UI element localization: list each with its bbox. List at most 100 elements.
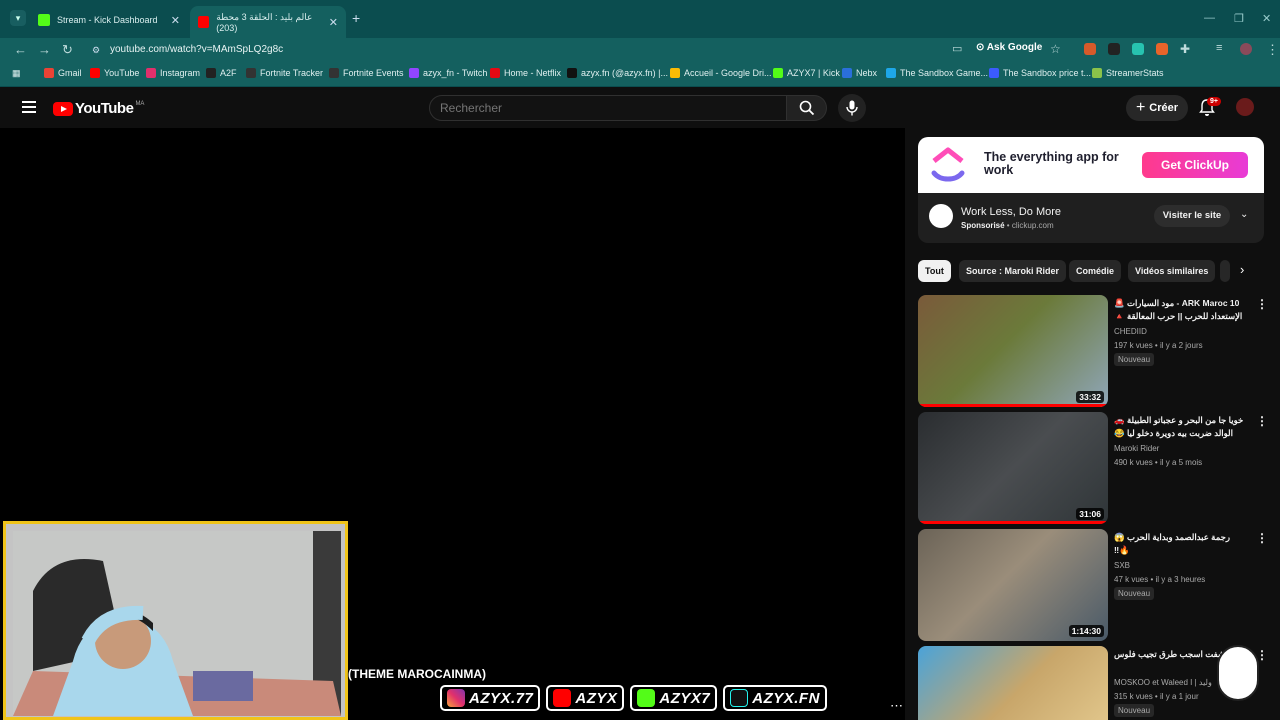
video-thumbnail[interactable]: 33:32: [918, 295, 1108, 407]
bookmark-label: Instagram: [160, 68, 201, 78]
advertiser-icon[interactable]: [929, 204, 953, 228]
channel-name[interactable]: Maroki Rider: [1114, 444, 1159, 453]
cast-icon[interactable]: ▭: [952, 42, 962, 55]
menu-icon[interactable]: [22, 101, 36, 113]
bookmark-label: Fortnite Tracker: [260, 68, 324, 78]
bookmark-label: Fortnite Events: [343, 68, 404, 78]
forward-icon[interactable]: →: [38, 42, 51, 57]
lens-icon: ⊙: [976, 42, 987, 53]
get-clickup-button[interactable]: Get ClickUp: [1142, 152, 1248, 178]
bookmark-netflix[interactable]: Home - Netflix: [490, 68, 561, 78]
chip-comedy[interactable]: Comédie: [1069, 260, 1122, 282]
profile-avatar[interactable]: [1240, 43, 1252, 55]
video-title[interactable]: رجمة عبدالصمد وبداية الحرب 😱🔥‼: [1114, 531, 1244, 557]
tab-kick-dashboard[interactable]: Stream - Kick Dashboard ✕: [30, 8, 188, 32]
extension-icon[interactable]: [1084, 43, 1096, 55]
site-info-icon[interactable]: ⚙: [92, 41, 100, 59]
youtube-favicon-icon: [198, 16, 210, 28]
create-button[interactable]: + Créer: [1126, 95, 1188, 121]
visit-site-button[interactable]: Visiter le site: [1154, 205, 1230, 227]
extension-icon[interactable]: [1132, 43, 1144, 55]
bookmark-youtube[interactable]: YouTube: [90, 68, 139, 78]
bookmark-instagram[interactable]: Instagram: [146, 68, 200, 78]
recommendation-item[interactable]: 33:32 ARK Maroc 10 - مود السيارات 🚨 الإس…: [918, 295, 1268, 407]
recommendation-item[interactable]: 1:14:30 رجمة عبدالصمد وبداية الحرب 😱🔥‼ S…: [918, 529, 1268, 641]
bookmark-fortnite-tracker[interactable]: Fortnite Tracker: [246, 68, 323, 78]
account-avatar[interactable]: [1236, 98, 1254, 116]
extension-icon[interactable]: [1156, 43, 1168, 55]
bookmark-streamerstats[interactable]: StreamerStats: [1092, 68, 1164, 78]
address-bar[interactable]: ⚙ youtube.com/watch?v=MAmSpLQ2g8c: [88, 41, 968, 59]
bookmark-sandbox-price[interactable]: The Sandbox price t...: [989, 68, 1091, 78]
ad-card[interactable]: The everything app for work Get ClickUp …: [918, 137, 1264, 243]
window-close-icon[interactable]: ✕: [1262, 12, 1271, 25]
kick-icon: [773, 68, 783, 78]
more-actions-icon[interactable]: ⋮: [1256, 531, 1268, 545]
back-icon[interactable]: ←: [14, 42, 27, 57]
minimize-icon[interactable]: —: [1204, 12, 1215, 24]
bookmark-twitch[interactable]: azyx_fn - Twitch: [409, 68, 487, 78]
bookmark-tiktok[interactable]: azyx.fn (@azyx.fn) |...: [567, 68, 668, 78]
bookmark-kick[interactable]: AZYX7 | Kick: [773, 68, 840, 78]
nebx-icon: [842, 68, 852, 78]
video-duration: 31:06: [1076, 508, 1104, 520]
new-tab-button[interactable]: +: [352, 10, 360, 26]
chip-source-maroki-rider[interactable]: Source : Maroki Rider: [959, 260, 1067, 282]
video-meta: 47 k vues • il y a 3 heures: [1114, 575, 1206, 584]
search-button[interactable]: [787, 95, 827, 121]
channel-name[interactable]: MOSKOO et Waleed I | وليد: [1114, 678, 1212, 687]
sandbox-icon: [886, 68, 896, 78]
apps-grid-icon[interactable]: ▦: [12, 68, 21, 79]
extension-icon[interactable]: [1108, 43, 1120, 55]
extensions-puzzle-icon[interactable]: ✚: [1180, 42, 1190, 56]
browser-menu-icon[interactable]: ⋮: [1266, 42, 1279, 58]
bookmark-star-icon[interactable]: ☆: [1050, 42, 1061, 56]
bookmark-a2f[interactable]: A2F: [206, 68, 237, 78]
search-input[interactable]: [430, 96, 786, 120]
chip-all[interactable]: Tout: [918, 260, 951, 282]
channel-name[interactable]: CHEDIID: [1114, 327, 1147, 336]
ad-banner[interactable]: The everything app for work Get ClickUp: [918, 137, 1264, 193]
video-title[interactable]: ARK Maroc 10 - مود السيارات 🚨 الإستعداد …: [1114, 297, 1244, 324]
voice-search-button[interactable]: [838, 94, 866, 122]
ad-domain: clickup.com: [1011, 221, 1054, 230]
bookmark-google-drive[interactable]: Accueil - Google Dri...: [670, 68, 772, 78]
tab-search-button[interactable]: ▾: [10, 10, 26, 26]
close-icon[interactable]: ✕: [329, 16, 338, 29]
ad-title[interactable]: Work Less, Do More: [961, 206, 1061, 218]
tab-youtube-video[interactable]: عالم بليد : الحلقة 3 محطة (203) ✕: [190, 6, 346, 38]
chevron-down-icon[interactable]: ⌄: [1240, 209, 1248, 220]
more-actions-icon[interactable]: ⋮: [1256, 297, 1268, 311]
close-icon[interactable]: ✕: [171, 14, 180, 27]
social-handle: AZYX7: [659, 689, 711, 707]
restore-icon[interactable]: ❐: [1234, 12, 1244, 25]
url-text: youtube.com/watch?v=MAmSpLQ2g8c: [110, 44, 284, 55]
youtube-logo[interactable]: YouTube MA: [53, 100, 144, 117]
bookmark-fortnite-events[interactable]: Fortnite Events: [329, 68, 404, 78]
chevron-right-icon[interactable]: ›: [1240, 262, 1244, 277]
social-handle: AZYX.FN: [752, 689, 820, 707]
recommendation-item[interactable]: !! اكتشفت اسجب طرق تجيب فلوس MOSKOO et W…: [918, 646, 1268, 720]
channel-name[interactable]: SXB: [1114, 561, 1130, 570]
more-options-icon[interactable]: ⋯: [890, 698, 903, 714]
bookmark-label: Gmail: [58, 68, 82, 78]
video-thumbnail[interactable]: [918, 646, 1108, 720]
bookmark-nebx[interactable]: Nebx: [842, 68, 877, 78]
reload-icon[interactable]: ↻: [62, 42, 73, 58]
tiktok-icon: [730, 689, 749, 707]
video-title[interactable]: خويا جا من البحر و عجباتو الطبيلة 🚗 الوا…: [1114, 414, 1244, 440]
media-control-icon[interactable]: ≡: [1216, 42, 1222, 54]
bookmark-sandbox-game[interactable]: The Sandbox Game...: [886, 68, 988, 78]
bookmark-label: StreamerStats: [1106, 68, 1164, 78]
video-thumbnail[interactable]: 31:06: [918, 412, 1108, 524]
webcam-feed: [13, 531, 341, 716]
ask-google-button[interactable]: ⊙ Ask Google: [976, 42, 1042, 53]
video-meta: 315 k vues • il y a 1 jour: [1114, 692, 1199, 701]
bookmark-gmail[interactable]: Gmail: [44, 68, 82, 78]
video-thumbnail[interactable]: 1:14:30: [918, 529, 1108, 641]
browser-tab-bar: ▾ Stream - Kick Dashboard ✕ عالم بليد : …: [0, 0, 1280, 38]
chip-similar-videos[interactable]: Vidéos similaires: [1128, 260, 1216, 282]
more-actions-icon[interactable]: ⋮: [1256, 414, 1268, 428]
chip-partial[interactable]: [1220, 260, 1230, 282]
recommendation-item[interactable]: 31:06 خويا جا من البحر و عجباتو الطبيلة …: [918, 412, 1268, 524]
